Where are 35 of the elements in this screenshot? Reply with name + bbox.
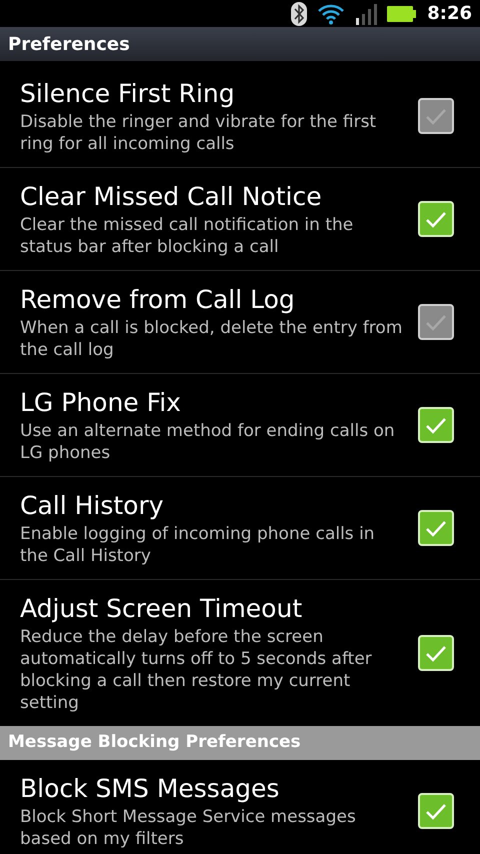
preference-row[interactable]: Call History Enable logging of incoming phone calls in the Call History [0,477,480,580]
preference-summary: Block Short Message Service messages based on my filters [20,806,357,850]
battery-icon [387,4,418,22]
preference-title: LG Phone Fix [20,387,182,419]
preference-row[interactable]: Block SMS Messages Block Short Message Service messages based on my filters [0,760,480,854]
preference-row[interactable]: LG Phone Fix Use an alternate method for ending calls on LG phones [0,374,480,477]
preference-summary: When a call is blocked, delete the entry from the call log [20,317,404,361]
preference-title: Clear Missed Call Notice [20,181,323,213]
preference-title: Adjust Screen Timeout [20,593,304,625]
preference-summary: Use an alternate method for ending calls on LG phones [20,420,396,464]
preference-row[interactable]: Adjust Screen Timeout Reduce the delay before the screen automatically turns off to 5 seconds after blocking a call then restore my current setting [0,580,480,726]
preference-summary: Reduce the delay before the screen automatically turns off to 5 seconds after blocking a call then restore my current setting [20,626,373,714]
preference-row[interactable]: Clear Missed Call Notice Clear the missed call notification in the status bar after blocking a call [0,168,480,271]
checkbox[interactable] [418,793,454,829]
checkbox[interactable] [418,304,454,340]
checkbox[interactable] [418,98,454,134]
wifi-icon [317,2,346,24]
section-header: Message Blocking Preferences [0,726,480,760]
preference-row[interactable]: Remove from Call Log When a call is blocked, delete the entry from the call log [0,271,480,374]
checkbox[interactable] [418,407,454,443]
checkbox[interactable] [418,201,454,237]
checkbox[interactable] [418,510,454,546]
preference-summary: Disable the ringer and vibrate for the first ring for all incoming calls [20,111,378,155]
preference-title: Silence First Ring [20,78,236,110]
preference-row[interactable]: Silence First Ring Disable the ringer and vibrate for the first ring for all incoming calls [0,65,480,168]
preference-title: Remove from Call Log [20,284,296,316]
bluetooth-icon [291,2,308,26]
preference-title: Block SMS Messages [20,773,280,805]
section-header: Preferences [0,27,480,61]
preference-summary: Clear the missed call notification in the status bar after blocking a call [20,214,354,258]
signal-icon [355,2,378,24]
checkbox[interactable] [418,635,454,671]
preference-title: Call History [20,490,165,522]
status-time: 8:26 [427,2,472,26]
preference-summary: Enable logging of incoming phone calls in the Call History [20,523,376,567]
